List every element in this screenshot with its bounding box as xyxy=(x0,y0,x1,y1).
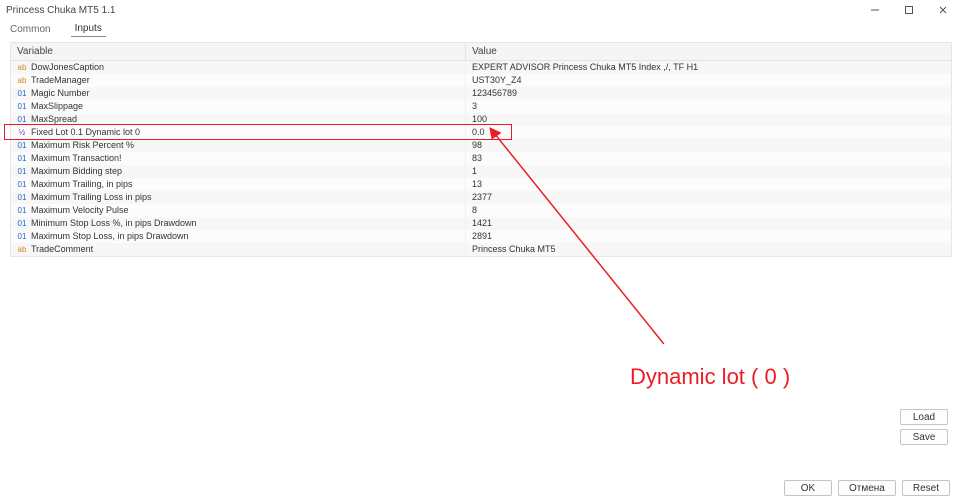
row-value[interactable]: 83 xyxy=(466,152,951,165)
row-variable-name: Maximum Stop Loss, in pips Drawdown xyxy=(31,230,189,243)
int-type-icon: 01 xyxy=(17,220,27,228)
table-row[interactable]: 01 Maximum Trailing Loss in pips 2377 xyxy=(11,191,951,204)
int-type-icon: 01 xyxy=(17,90,27,98)
row-value[interactable]: 0.0 xyxy=(466,126,951,139)
property-table: Variable Value ab DowJonesCaption EXPERT A… xyxy=(10,42,952,257)
table-row[interactable]: 01 Magic Number 123456789 xyxy=(11,87,951,100)
minimize-button[interactable] xyxy=(858,0,892,20)
table-row[interactable]: 01 MaxSpread 100 xyxy=(11,113,951,126)
table-row[interactable]: ab TradeManager UST30Y_Z4 xyxy=(11,74,951,87)
row-value[interactable]: 13 xyxy=(466,178,951,191)
load-button[interactable]: Load xyxy=(900,409,948,425)
table-row[interactable]: 01 Maximum Velocity Pulse 8 xyxy=(11,204,951,217)
row-value[interactable]: 2891 xyxy=(466,230,951,243)
table-row[interactable]: 01 MaxSlippage 3 xyxy=(11,100,951,113)
bottom-button-bar: OK Отмена Reset xyxy=(0,475,960,501)
table-row[interactable]: 01 Maximum Stop Loss, in pips Drawdown 289… xyxy=(11,230,951,243)
table-row[interactable]: 01 Maximum Risk Percent % 98 xyxy=(11,139,951,152)
row-value[interactable]: Princess Chuka MT5 xyxy=(466,243,951,256)
row-variable-name: Fixed Lot 0.1 Dynamic lot 0 xyxy=(31,126,140,139)
table-row[interactable]: ab DowJonesCaption EXPERT ADVISOR Princess… xyxy=(11,61,951,74)
row-variable-name: Maximum Trailing Loss in pips xyxy=(31,191,152,204)
row-value[interactable]: 100 xyxy=(466,113,951,126)
row-variable-name: DowJonesCaption xyxy=(31,61,104,74)
row-value[interactable]: 3 xyxy=(466,100,951,113)
window-title: Princess Chuka MT5 1.1 xyxy=(6,5,116,16)
row-value[interactable]: 2377 xyxy=(466,191,951,204)
ok-button[interactable]: OK xyxy=(784,480,832,496)
table-row[interactable]: ½ Fixed Lot 0.1 Dynamic lot 0 0.0 xyxy=(11,126,951,139)
header-variable: Variable xyxy=(11,43,466,60)
row-variable-name: Maximum Trailing, in pips xyxy=(31,178,133,191)
int-type-icon: 01 xyxy=(17,207,27,215)
side-buttons: Load Save xyxy=(900,409,948,445)
row-variable-name: Maximum Velocity Pulse xyxy=(31,204,129,217)
header-value: Value xyxy=(466,43,951,60)
tab-common[interactable]: Common xyxy=(6,22,55,37)
row-variable-name: Maximum Risk Percent % xyxy=(31,139,134,152)
float-type-icon: ½ xyxy=(17,129,27,137)
row-variable-name: MaxSpread xyxy=(31,113,77,126)
table-row[interactable]: 01 Maximum Trailing, in pips 13 xyxy=(11,178,951,191)
row-variable-name: Maximum Bidding step xyxy=(31,165,122,178)
table-row[interactable]: ab TradeComment Princess Chuka MT5 xyxy=(11,243,951,256)
row-variable: 01 Maximum Trailing, in pips xyxy=(11,178,466,191)
row-variable: 01 MaxSlippage xyxy=(11,100,466,113)
row-variable: ab TradeComment xyxy=(11,243,466,256)
int-type-icon: 01 xyxy=(17,194,27,202)
table-body: ab DowJonesCaption EXPERT ADVISOR Princess… xyxy=(11,61,951,256)
row-variable: 01 Minimum Stop Loss %, in pips Drawdown xyxy=(11,217,466,230)
table-row[interactable]: 01 Maximum Transaction! 83 xyxy=(11,152,951,165)
text-type-icon: ab xyxy=(17,64,27,72)
close-button[interactable] xyxy=(926,0,960,20)
int-type-icon: 01 xyxy=(17,181,27,189)
row-variable-name: Magic Number xyxy=(31,87,90,100)
reset-button[interactable]: Reset xyxy=(902,480,950,496)
cancel-button[interactable]: Отмена xyxy=(838,480,896,496)
table-row[interactable]: 01 Maximum Bidding step 1 xyxy=(11,165,951,178)
int-type-icon: 01 xyxy=(17,168,27,176)
row-variable: 01 Maximum Bidding step xyxy=(11,165,466,178)
table-header: Variable Value xyxy=(11,43,951,61)
row-variable: 01 Magic Number xyxy=(11,87,466,100)
row-variable: 01 Maximum Trailing Loss in pips xyxy=(11,191,466,204)
row-variable: ab TradeManager xyxy=(11,74,466,87)
row-value[interactable]: 123456789 xyxy=(466,87,951,100)
row-variable: 01 Maximum Risk Percent % xyxy=(11,139,466,152)
row-variable: 01 Maximum Transaction! xyxy=(11,152,466,165)
row-value[interactable]: EXPERT ADVISOR Princess Chuka MT5 Index … xyxy=(466,61,951,74)
content-area: Variable Value ab DowJonesCaption EXPERT A… xyxy=(0,38,960,475)
tab-inputs[interactable]: Inputs xyxy=(71,21,106,37)
save-button[interactable]: Save xyxy=(900,429,948,445)
int-type-icon: 01 xyxy=(17,142,27,150)
int-type-icon: 01 xyxy=(17,233,27,241)
row-variable-name: TradeManager xyxy=(31,74,90,87)
window-controls xyxy=(858,0,960,20)
annotation-label: Dynamic lot ( 0 ) xyxy=(630,364,790,390)
row-variable: 01 Maximum Stop Loss, in pips Drawdown xyxy=(11,230,466,243)
text-type-icon: ab xyxy=(17,246,27,254)
row-variable: ½ Fixed Lot 0.1 Dynamic lot 0 xyxy=(11,126,466,139)
int-type-icon: 01 xyxy=(17,155,27,163)
table-row[interactable]: 01 Minimum Stop Loss %, in pips Drawdown 1… xyxy=(11,217,951,230)
maximize-button[interactable] xyxy=(892,0,926,20)
row-value[interactable]: UST30Y_Z4 xyxy=(466,74,951,87)
row-variable-name: MaxSlippage xyxy=(31,100,83,113)
row-variable: 01 MaxSpread xyxy=(11,113,466,126)
row-value[interactable]: 1 xyxy=(466,165,951,178)
tabs: Common Inputs xyxy=(0,20,960,38)
row-value[interactable]: 1421 xyxy=(466,217,951,230)
row-variable-name: Minimum Stop Loss %, in pips Drawdown xyxy=(31,217,197,230)
row-variable: 01 Maximum Velocity Pulse xyxy=(11,204,466,217)
row-value[interactable]: 98 xyxy=(466,139,951,152)
row-variable-name: Maximum Transaction! xyxy=(31,152,122,165)
text-type-icon: ab xyxy=(17,77,27,85)
window-titlebar: Princess Chuka MT5 1.1 xyxy=(0,0,960,20)
row-value[interactable]: 8 xyxy=(466,204,951,217)
int-type-icon: 01 xyxy=(17,103,27,111)
row-variable-name: TradeComment xyxy=(31,243,93,256)
row-variable: ab DowJonesCaption xyxy=(11,61,466,74)
int-type-icon: 01 xyxy=(17,116,27,124)
